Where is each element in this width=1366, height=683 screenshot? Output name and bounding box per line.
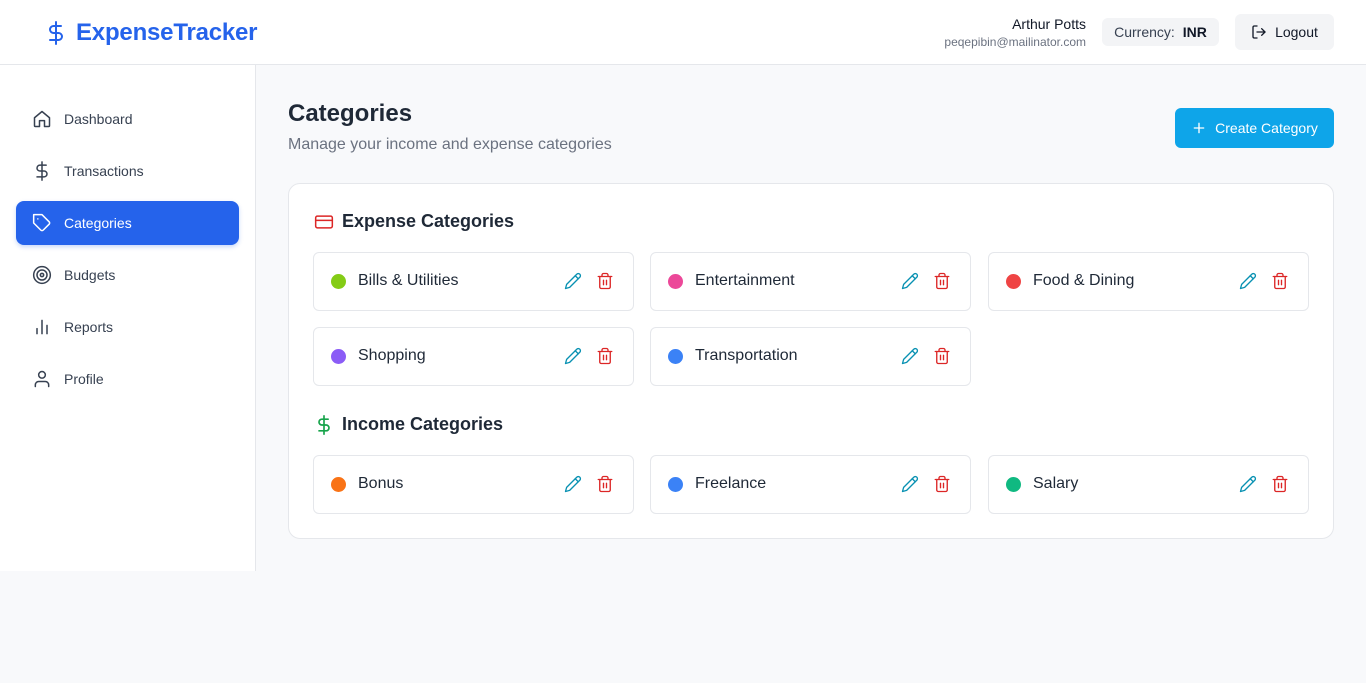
edit-icon[interactable] [901, 475, 919, 493]
dollar-icon [36, 161, 48, 181]
trash-icon[interactable] [596, 272, 614, 290]
sidebar-item-label: Categories [64, 215, 132, 231]
user-info: Arthur Potts peqepibin@mailinator.com [944, 16, 1086, 50]
sidebar-item-label: Budgets [64, 267, 116, 283]
top-header: ExpenseTracker Arthur Potts peqepibin@ma… [0, 0, 1366, 65]
sidebar-item-reports[interactable]: Reports [16, 305, 239, 349]
sidebar-item-label: Dashboard [64, 111, 133, 127]
currency-badge: Currency: INR [1102, 18, 1219, 46]
tag-icon [32, 213, 51, 232]
category-color-dot [331, 349, 346, 364]
expense-category-item: Shopping [313, 327, 634, 386]
edit-icon[interactable] [901, 272, 919, 290]
edit-icon[interactable] [564, 347, 582, 365]
sidebar-item-label: Transactions [64, 163, 144, 179]
income-category-item: Salary [988, 455, 1309, 514]
expense-category-item: Entertainment [650, 252, 971, 311]
category-name: Salary [1033, 475, 1079, 492]
income-category-item: Freelance [650, 455, 971, 514]
edit-icon[interactable] [564, 475, 582, 493]
dollar-icon [318, 414, 330, 435]
category-name: Food & Dining [1033, 272, 1135, 289]
category-color-dot [668, 349, 683, 364]
trash-icon[interactable] [933, 347, 951, 365]
edit-icon[interactable] [901, 347, 919, 365]
category-name: Shopping [358, 347, 426, 364]
category-name: Freelance [695, 475, 767, 492]
bar-chart-icon [36, 319, 48, 335]
category-color-dot [1006, 477, 1021, 492]
logout-button[interactable]: Logout [1235, 14, 1334, 50]
category-name: Bonus [358, 475, 404, 492]
user-email: peqepibin@mailinator.com [944, 35, 1086, 49]
category-color-dot [668, 274, 683, 289]
edit-icon[interactable] [1239, 475, 1257, 493]
category-color-dot [1006, 274, 1021, 289]
expense-category-item: Transportation [650, 327, 971, 386]
trash-icon[interactable] [596, 475, 614, 493]
expense-section-heading: Expense Categories [314, 211, 514, 232]
expense-heading-text: Expense Categories [342, 211, 515, 231]
sidebar-item-profile[interactable]: Profile [16, 357, 239, 401]
sidebar-item-categories[interactable]: Categories [16, 201, 239, 245]
create-category-label: Create Category [1215, 120, 1318, 136]
sidebar-item-dashboard[interactable]: Dashboard [16, 97, 239, 141]
trash-icon[interactable] [933, 475, 951, 493]
logout-label: Logout [1275, 24, 1318, 40]
brand-logo[interactable]: ExpenseTracker [44, 17, 258, 49]
dollar-icon [49, 21, 63, 45]
category-name: Entertainment [695, 272, 795, 289]
edit-icon[interactable] [564, 272, 582, 290]
page-title: Categories [288, 100, 413, 127]
trash-icon[interactable] [596, 347, 614, 365]
sidebar-item-transactions[interactable]: Transactions [16, 149, 239, 193]
currency-label: Currency: [1114, 24, 1175, 40]
categories-card: Expense Categories Bills & Utilities Ent… [288, 183, 1334, 539]
income-heading-text: Income Categories [342, 414, 504, 434]
trash-icon[interactable] [1271, 272, 1289, 290]
credit-card-icon [314, 214, 334, 229]
sidebar-item-label: Reports [64, 319, 114, 335]
category-name: Bills & Utilities [358, 272, 459, 289]
category-color-dot [331, 274, 346, 289]
sidebar-item-label: Profile [64, 371, 104, 387]
category-color-dot [668, 477, 683, 492]
home-icon [33, 110, 51, 128]
trash-icon[interactable] [1271, 475, 1289, 493]
brand-name: ExpenseTracker [76, 19, 258, 46]
sidebar-item-budgets[interactable]: Budgets [16, 253, 239, 297]
target-icon [32, 265, 52, 285]
sidebar: Dashboard Transactions Categories Budget… [0, 65, 256, 571]
create-category-button[interactable]: Create Category [1175, 108, 1334, 148]
expense-category-item: Food & Dining [988, 252, 1309, 311]
user-icon [34, 370, 50, 388]
edit-icon[interactable] [1239, 272, 1257, 290]
income-section-heading: Income Categories [314, 414, 503, 435]
plus-icon [1193, 122, 1205, 134]
trash-icon[interactable] [933, 272, 951, 290]
page-subtitle: Manage your income and expense categorie… [288, 136, 612, 153]
expense-category-item: Bills & Utilities [313, 252, 634, 311]
category-name: Transportation [695, 347, 798, 364]
category-color-dot [331, 477, 346, 492]
currency-value: INR [1182, 24, 1207, 40]
income-category-item: Bonus [313, 455, 634, 514]
logout-icon [1252, 25, 1266, 39]
user-name: Arthur Potts [1012, 16, 1086, 32]
